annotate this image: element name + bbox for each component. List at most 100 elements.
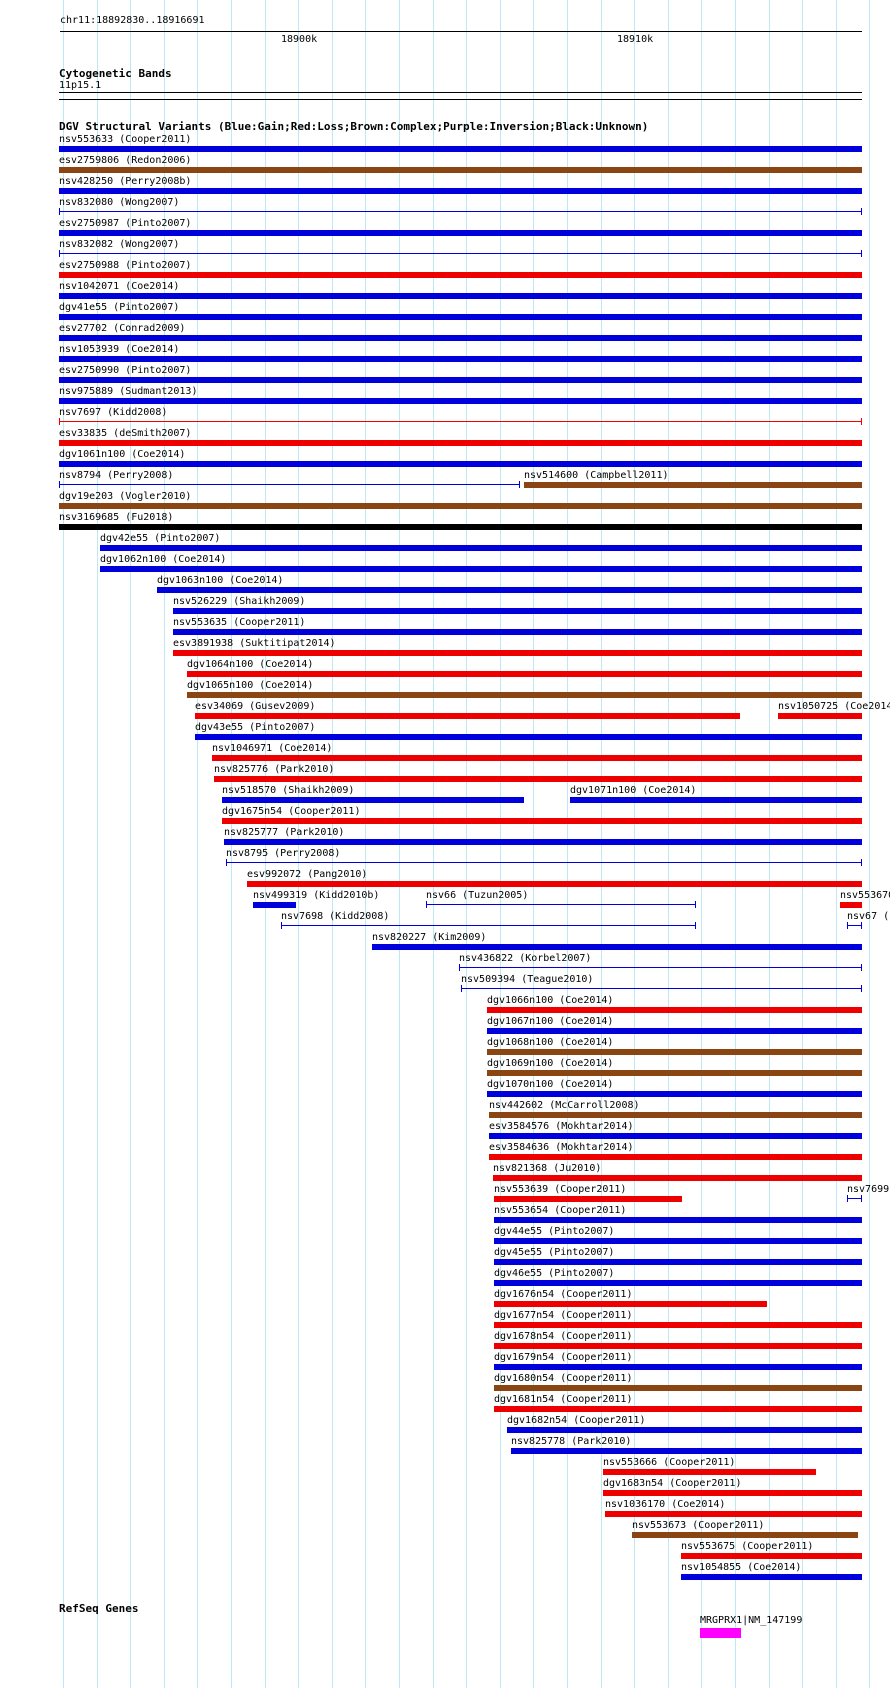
variant-label[interactable]: nsv518570 (Shaikh2009) <box>222 785 354 796</box>
variant-label[interactable]: nsv3169685 (Fu2018) <box>59 512 173 523</box>
variant-label[interactable]: nsv67 ( <box>847 911 889 922</box>
variant-bar[interactable] <box>59 272 862 278</box>
variant-label[interactable]: dgv1065n100 (Coe2014) <box>187 680 313 691</box>
variant-label[interactable]: esv34069 (Gusev2009) <box>195 701 315 712</box>
variant-label[interactable]: dgv44e55 (Pinto2007) <box>494 1226 614 1237</box>
variant-bar[interactable] <box>459 967 862 968</box>
variant-label[interactable]: dgv43e55 (Pinto2007) <box>195 722 315 733</box>
variant-bar[interactable] <box>494 1364 862 1370</box>
variant-bar[interactable] <box>487 1028 862 1034</box>
variant-bar[interactable] <box>59 398 862 404</box>
variant-label[interactable]: nsv1046971 (Coe2014) <box>212 743 332 754</box>
variant-bar[interactable] <box>632 1532 858 1538</box>
variant-bar[interactable] <box>494 1385 862 1391</box>
variant-label[interactable]: dgv42e55 (Pinto2007) <box>100 533 220 544</box>
variant-label[interactable]: dgv1069n100 (Coe2014) <box>487 1058 613 1069</box>
variant-label[interactable]: nsv1050725 (Coe2014) <box>778 701 890 712</box>
variant-bar[interactable] <box>253 902 296 908</box>
variant-label[interactable]: esv3891938 (Suktitipat2014) <box>173 638 336 649</box>
variant-bar[interactable] <box>212 755 862 761</box>
variant-label[interactable]: nsv553635 (Cooper2011) <box>173 617 305 628</box>
variant-label[interactable]: nsv428250 (Perry2008b) <box>59 176 191 187</box>
variant-bar[interactable] <box>778 713 862 719</box>
variant-bar[interactable] <box>59 461 862 467</box>
variant-bar[interactable] <box>487 1091 862 1097</box>
variant-bar[interactable] <box>489 1112 862 1118</box>
variant-label[interactable]: esv992072 (Pang2010) <box>247 869 367 880</box>
variant-label[interactable]: nsv436822 (Korbel2007) <box>459 953 591 964</box>
variant-bar[interactable] <box>494 1238 862 1244</box>
variant-label[interactable]: dgv46e55 (Pinto2007) <box>494 1268 614 1279</box>
variant-bar[interactable] <box>493 1175 862 1181</box>
variant-bar[interactable] <box>195 734 862 740</box>
variant-bar[interactable] <box>222 818 862 824</box>
variant-bar[interactable] <box>59 253 862 254</box>
variant-label[interactable]: dgv1680n54 (Cooper2011) <box>494 1373 632 1384</box>
variant-bar[interactable] <box>494 1196 682 1202</box>
variant-label[interactable]: dgv1061n100 (Coe2014) <box>59 449 185 460</box>
variant-bar[interactable] <box>494 1343 862 1349</box>
variant-bar[interactable] <box>489 1154 862 1160</box>
variant-label[interactable]: nsv553675 (Cooper2011) <box>681 1541 813 1552</box>
variant-label[interactable]: dgv1677n54 (Cooper2011) <box>494 1310 632 1321</box>
variant-label[interactable]: nsv553673 (Cooper2011) <box>632 1520 764 1531</box>
variant-bar[interactable] <box>59 314 862 320</box>
variant-bar[interactable] <box>524 482 862 488</box>
variant-bar[interactable] <box>487 1049 862 1055</box>
variant-bar[interactable] <box>494 1259 862 1265</box>
variant-bar[interactable] <box>173 650 862 656</box>
variant-label[interactable]: dgv45e55 (Pinto2007) <box>494 1247 614 1258</box>
variant-label[interactable]: dgv41e55 (Pinto2007) <box>59 302 179 313</box>
variant-bar[interactable] <box>507 1427 862 1433</box>
variant-label[interactable]: nsv975889 (Sudmant2013) <box>59 386 197 397</box>
variant-bar[interactable] <box>59 146 862 152</box>
variant-label[interactable]: dgv1068n100 (Coe2014) <box>487 1037 613 1048</box>
variant-bar[interactable] <box>59 524 862 530</box>
variant-label[interactable]: nsv825777 (Park2010) <box>224 827 344 838</box>
variant-bar[interactable] <box>226 862 862 863</box>
variant-bar[interactable] <box>157 587 862 593</box>
variant-bar[interactable] <box>59 484 520 485</box>
variant-bar[interactable] <box>214 776 862 782</box>
gene-label[interactable]: MRGPRX1|NM_147199 <box>700 1615 802 1626</box>
variant-bar[interactable] <box>187 671 862 677</box>
variant-label[interactable]: nsv832080 (Wong2007) <box>59 197 179 208</box>
variant-bar[interactable] <box>681 1574 862 1580</box>
variant-bar[interactable] <box>100 545 862 551</box>
variant-bar[interactable] <box>461 988 862 989</box>
variant-label[interactable]: dgv1683n54 (Cooper2011) <box>603 1478 741 1489</box>
variant-bar[interactable] <box>570 797 862 803</box>
variant-bar[interactable] <box>195 713 740 719</box>
variant-bar[interactable] <box>487 1007 862 1013</box>
variant-label[interactable]: nsv820227 (Kim2009) <box>372 932 486 943</box>
variant-label[interactable]: dgv1679n54 (Cooper2011) <box>494 1352 632 1363</box>
variant-label[interactable]: nsv553666 (Cooper2011) <box>603 1457 735 1468</box>
variant-bar[interactable] <box>173 608 862 614</box>
variant-bar[interactable] <box>173 629 862 635</box>
variant-label[interactable]: dgv1071n100 (Coe2014) <box>570 785 696 796</box>
variant-bar[interactable] <box>487 1070 862 1076</box>
variant-label[interactable]: dgv1066n100 (Coe2014) <box>487 995 613 1006</box>
variant-label[interactable]: esv27702 (Conrad2009) <box>59 323 185 334</box>
variant-bar[interactable] <box>494 1280 862 1286</box>
variant-label[interactable]: nsv514600 (Campbell2011) <box>524 470 669 481</box>
variant-label[interactable]: dgv1678n54 (Cooper2011) <box>494 1331 632 1342</box>
variant-label[interactable]: esv3584576 (Mokhtar2014) <box>489 1121 634 1132</box>
variant-label[interactable]: nsv7699 <box>847 1184 889 1195</box>
variant-bar[interactable] <box>59 440 862 446</box>
variant-bar[interactable] <box>681 1553 862 1559</box>
variant-bar[interactable] <box>372 944 862 950</box>
variant-label[interactable]: nsv509394 (Teague2010) <box>461 974 593 985</box>
variant-bar[interactable] <box>222 797 524 803</box>
variant-label[interactable]: nsv1053939 (Coe2014) <box>59 344 179 355</box>
variant-label[interactable]: dgv1682n54 (Cooper2011) <box>507 1415 645 1426</box>
variant-bar[interactable] <box>59 356 862 362</box>
variant-label[interactable]: dgv1675n54 (Cooper2011) <box>222 806 360 817</box>
variant-label[interactable]: nsv825778 (Park2010) <box>511 1436 631 1447</box>
variant-bar[interactable] <box>59 421 862 422</box>
gene-feature-mrgprx1[interactable] <box>700 1628 741 1638</box>
variant-bar[interactable] <box>100 566 862 572</box>
variant-label[interactable]: nsv1036170 (Coe2014) <box>605 1499 725 1510</box>
variant-bar[interactable] <box>59 188 862 194</box>
variant-label[interactable]: dgv19e203 (Vogler2010) <box>59 491 191 502</box>
